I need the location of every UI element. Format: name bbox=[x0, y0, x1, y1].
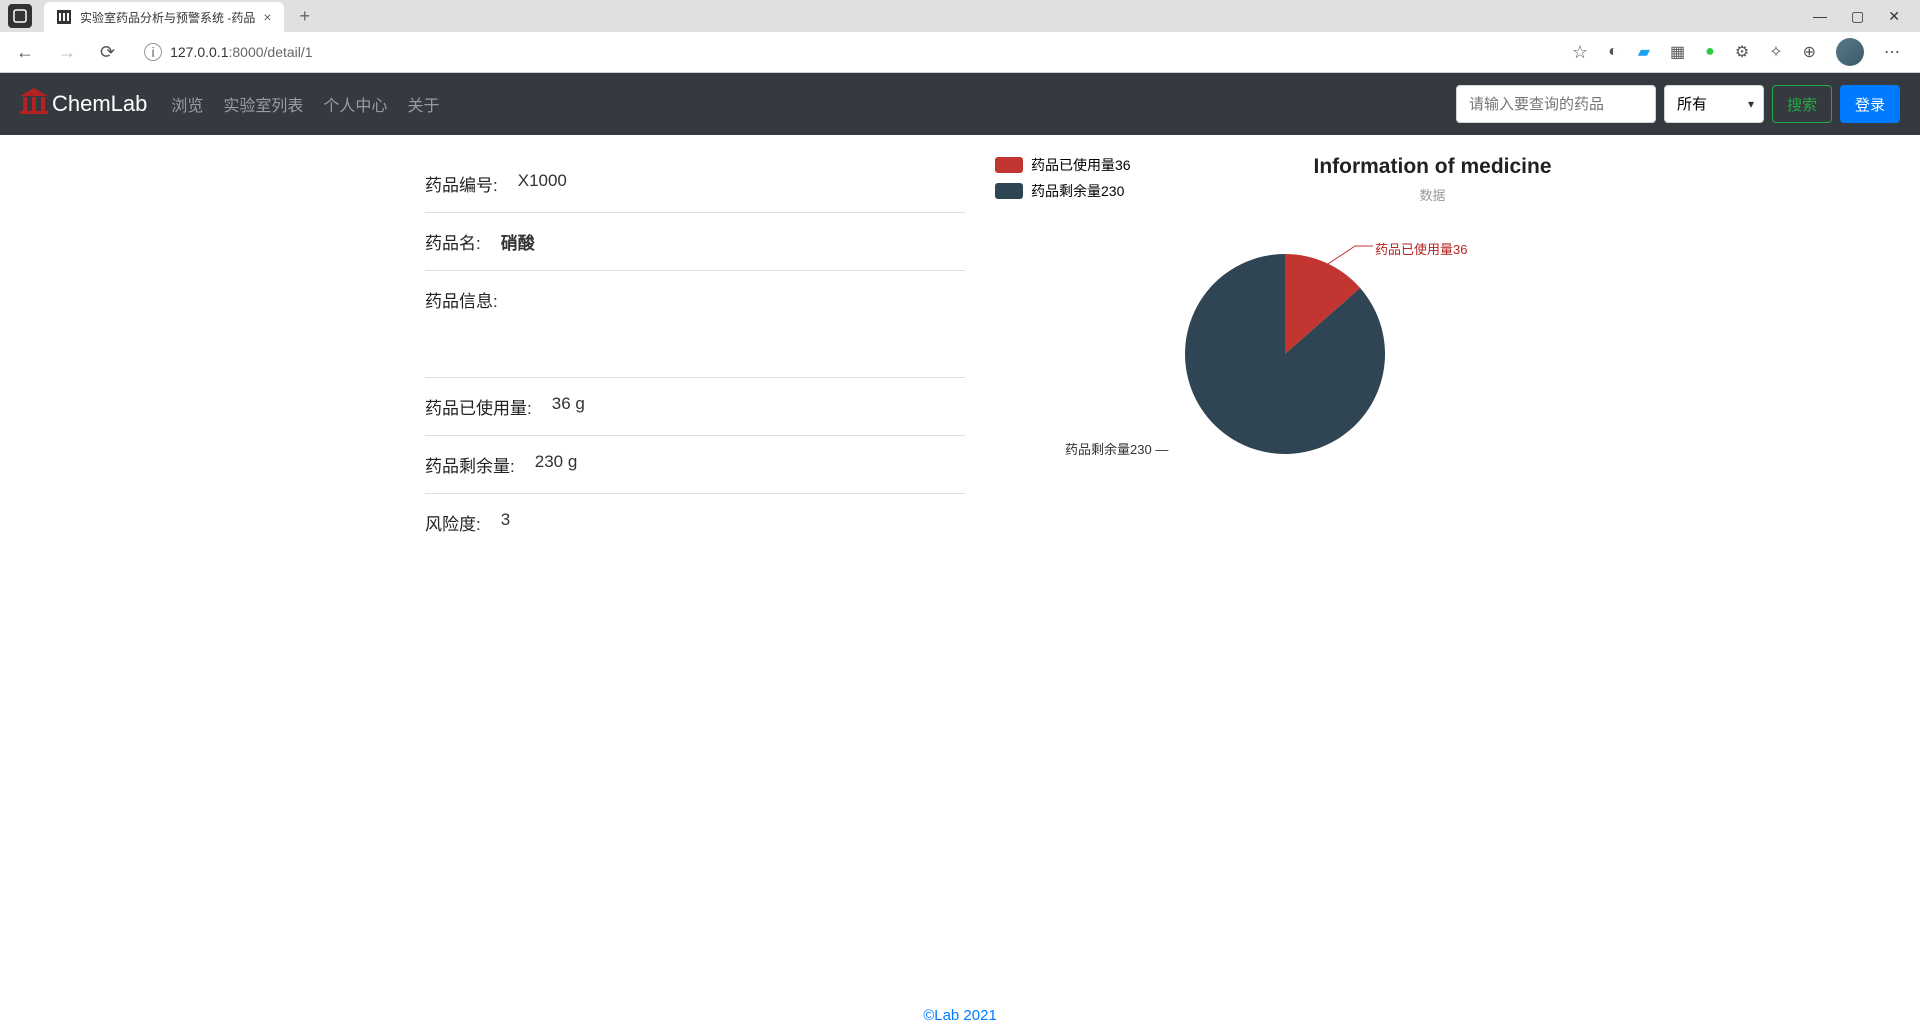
tab-close-button[interactable]: × bbox=[263, 9, 271, 25]
nav-link-profile[interactable]: 个人中心 bbox=[323, 92, 387, 116]
tab-title: 实验室药品分析与预警系统 -药品 bbox=[80, 9, 255, 26]
collections-icon[interactable]: ⊕ bbox=[1803, 42, 1816, 62]
window-controls: — ▢ ✕ bbox=[1813, 8, 1912, 25]
menu-icon[interactable]: ⋯ bbox=[1884, 42, 1900, 62]
url-input[interactable]: i 127.0.0.1:8000/detail/1 bbox=[135, 38, 1552, 66]
nav-right: 所有 搜索 登录 bbox=[1456, 85, 1900, 123]
nav-link-browse[interactable]: 浏览 bbox=[171, 92, 203, 116]
new-tab-button[interactable]: + bbox=[292, 6, 319, 27]
chart-area: 药品已使用量36 药品剩余量230 Information of medicin… bbox=[995, 155, 1690, 454]
url-text: 127.0.0.1:8000/detail/1 bbox=[170, 44, 312, 60]
search-button[interactable]: 搜索 bbox=[1772, 85, 1832, 123]
detail-label: 药品编号: bbox=[425, 171, 498, 196]
search-category-select[interactable]: 所有 bbox=[1664, 85, 1764, 123]
profile-avatar[interactable] bbox=[1836, 38, 1864, 66]
detail-row-used: 药品已使用量: 36 g bbox=[425, 378, 965, 436]
browser-chrome: 实验室药品分析与预警系统 -药品 × + — ▢ ✕ ← → ⟳ i 127.0… bbox=[0, 0, 1920, 73]
legend-label: 药品剩余量230 bbox=[1031, 181, 1124, 201]
legend-label: 药品已使用量36 bbox=[1031, 155, 1131, 175]
detail-row-remain: 药品剩余量: 230 g bbox=[425, 436, 965, 494]
detail-label: 药品名: bbox=[425, 229, 481, 254]
legend-item-used[interactable]: 药品已使用量36 bbox=[995, 155, 1131, 175]
chart-subtitle: 数据 bbox=[1175, 185, 1690, 204]
chart-legend: 药品已使用量36 药品剩余量230 bbox=[995, 155, 1131, 207]
browser-tab[interactable]: 实验室药品分析与预警系统 -药品 × bbox=[44, 2, 284, 32]
detail-row-id: 药品编号: X1000 bbox=[425, 155, 965, 213]
favorites-icon[interactable]: ✧ bbox=[1769, 42, 1782, 62]
tab-bar: 实验室药品分析与预警系统 -药品 × + — ▢ ✕ bbox=[0, 0, 1920, 32]
favorite-icon[interactable]: ☆ bbox=[1568, 38, 1592, 67]
close-window-button[interactable]: ✕ bbox=[1888, 8, 1900, 25]
ext-icon-4[interactable]: ● bbox=[1705, 43, 1715, 61]
ext-icon-1[interactable]: ◐ bbox=[1608, 43, 1618, 61]
nav-links: 浏览 实验室列表 个人中心 关于 bbox=[171, 92, 439, 116]
footer-link[interactable]: ©Lab 2021 bbox=[923, 1007, 997, 1024]
detail-label: 风险度: bbox=[425, 510, 481, 535]
legend-swatch-icon bbox=[995, 157, 1023, 173]
logo-building-icon bbox=[20, 88, 48, 121]
maximize-button[interactable]: ▢ bbox=[1851, 8, 1864, 25]
pie-label-used: 药品已使用量36 bbox=[1375, 239, 1467, 258]
minimize-button[interactable]: — bbox=[1813, 8, 1827, 25]
tabs-overview-button[interactable] bbox=[8, 4, 32, 28]
site-info-icon[interactable]: i bbox=[144, 43, 162, 61]
address-bar: ← → ⟳ i 127.0.0.1:8000/detail/1 ☆ ◐ ▰ ▦ … bbox=[0, 32, 1920, 72]
detail-value: X1000 bbox=[518, 171, 567, 196]
forward-button[interactable]: → bbox=[54, 38, 80, 67]
ext-icon-5[interactable]: ⚙ bbox=[1735, 42, 1749, 62]
detail-label: 药品已使用量: bbox=[425, 394, 532, 419]
ext-icon-3[interactable]: ▦ bbox=[1670, 42, 1685, 62]
nav-link-about[interactable]: 关于 bbox=[407, 92, 439, 116]
ext-icon-2[interactable]: ▰ bbox=[1638, 42, 1650, 62]
brand-logo[interactable]: ChemLab bbox=[20, 88, 147, 121]
chart-title: Information of medicine bbox=[1175, 155, 1690, 179]
spacer bbox=[425, 328, 965, 378]
detail-row-risk: 风险度: 3 bbox=[425, 494, 965, 551]
pie-chart[interactable]: 药品已使用量36 药品剩余量230 — bbox=[1185, 254, 1385, 454]
detail-panel: 药品编号: X1000 药品名: 硝酸 药品信息: 药品已使用量: 36 g 药… bbox=[425, 155, 965, 551]
detail-label: 药品剩余量: bbox=[425, 452, 515, 477]
nav-link-labs[interactable]: 实验室列表 bbox=[223, 92, 303, 116]
login-button[interactable]: 登录 bbox=[1840, 85, 1900, 123]
detail-label: 药品信息: bbox=[425, 287, 498, 312]
addr-extensions: ◐ ▰ ▦ ● ⚙ ✧ ⊕ ⋯ bbox=[1608, 38, 1908, 66]
detail-value: 硝酸 bbox=[501, 229, 535, 254]
main-container: 药品编号: X1000 药品名: 硝酸 药品信息: 药品已使用量: 36 g 药… bbox=[210, 135, 1710, 571]
detail-value: 36 g bbox=[552, 394, 585, 419]
detail-value: 230 g bbox=[535, 452, 578, 477]
detail-value: 3 bbox=[501, 510, 510, 535]
back-button[interactable]: ← bbox=[12, 38, 38, 67]
chart-panel: 药品已使用量36 药品剩余量230 Information of medicin… bbox=[995, 155, 1690, 551]
footer: ©Lab 2021 bbox=[0, 1001, 1920, 1030]
detail-row-info: 药品信息: bbox=[425, 271, 965, 328]
tab-favicon-icon bbox=[56, 9, 72, 25]
refresh-button[interactable]: ⟳ bbox=[96, 38, 119, 67]
pie-label-remain: 药品剩余量230 — bbox=[1065, 439, 1168, 458]
legend-swatch-icon bbox=[995, 183, 1023, 199]
app-navbar: ChemLab 浏览 实验室列表 个人中心 关于 所有 搜索 登录 bbox=[0, 73, 1920, 135]
detail-row-name: 药品名: 硝酸 bbox=[425, 213, 965, 271]
search-input[interactable] bbox=[1456, 85, 1656, 123]
brand-text: ChemLab bbox=[52, 91, 147, 117]
legend-item-remain[interactable]: 药品剩余量230 bbox=[995, 181, 1131, 201]
